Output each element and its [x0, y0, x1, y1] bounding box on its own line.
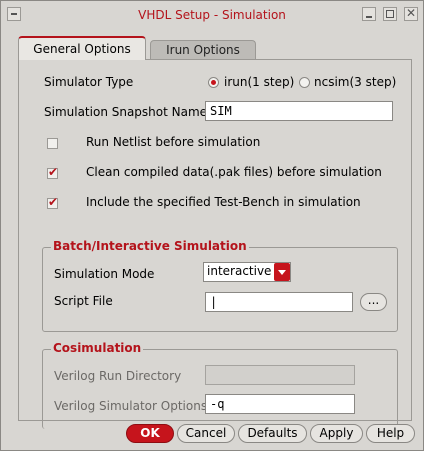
- tab-general-options[interactable]: General Options: [18, 36, 146, 60]
- minimize-icon[interactable]: [362, 7, 376, 21]
- include-testbench-label: Include the specified Test-Bench in simu…: [86, 195, 361, 209]
- include-testbench-checkbox[interactable]: [47, 195, 58, 209]
- verilog-simulator-options-label: Verilog Simulator Options: [54, 399, 208, 413]
- defaults-button[interactable]: Defaults: [238, 424, 307, 443]
- snapshot-name-input[interactable]: SIM: [205, 101, 393, 121]
- help-button[interactable]: Help: [366, 424, 415, 443]
- verilog-run-directory-label: Verilog Run Directory: [54, 369, 182, 383]
- chevron-down-icon[interactable]: [274, 263, 290, 281]
- cosimulation-group: [42, 349, 398, 429]
- ncsim-radio[interactable]: [299, 77, 310, 88]
- irun-radio[interactable]: [208, 77, 219, 88]
- simulator-type-label: Simulator Type: [44, 75, 134, 89]
- simulation-mode-label: Simulation Mode: [54, 267, 155, 281]
- snapshot-name-label: Simulation Snapshot Name: [44, 105, 208, 119]
- batch-interactive-group: [42, 247, 398, 332]
- irun-radio-label: irun(1 step): [224, 75, 295, 89]
- verilog-simulator-options-input[interactable]: -q: [205, 394, 355, 414]
- clean-compiled-checkbox[interactable]: [47, 165, 58, 179]
- maximize-icon[interactable]: [383, 7, 397, 21]
- browse-button[interactable]: ...: [360, 293, 387, 311]
- cancel-button[interactable]: Cancel: [177, 424, 235, 443]
- script-file-input[interactable]: |: [205, 292, 353, 312]
- run-netlist-checkbox[interactable]: [47, 138, 58, 149]
- cosimulation-title: Cosimulation: [51, 341, 144, 355]
- close-icon[interactable]: ✕: [404, 7, 418, 21]
- apply-button[interactable]: Apply: [310, 424, 363, 443]
- verilog-run-directory-input[interactable]: [205, 365, 355, 385]
- ncsim-radio-label: ncsim(3 step): [314, 75, 397, 89]
- ok-button[interactable]: OK: [126, 424, 174, 443]
- script-file-label: Script File: [54, 294, 113, 308]
- tab-irun-options[interactable]: Irun Options: [150, 40, 256, 59]
- run-netlist-label: Run Netlist before simulation: [86, 135, 261, 149]
- batch-interactive-title: Batch/Interactive Simulation: [51, 239, 249, 253]
- simulation-mode-value: interactive: [207, 264, 272, 278]
- clean-compiled-label: Clean compiled data(.pak files) before s…: [86, 165, 382, 179]
- window-title: VHDL Setup - Simulation: [138, 8, 286, 22]
